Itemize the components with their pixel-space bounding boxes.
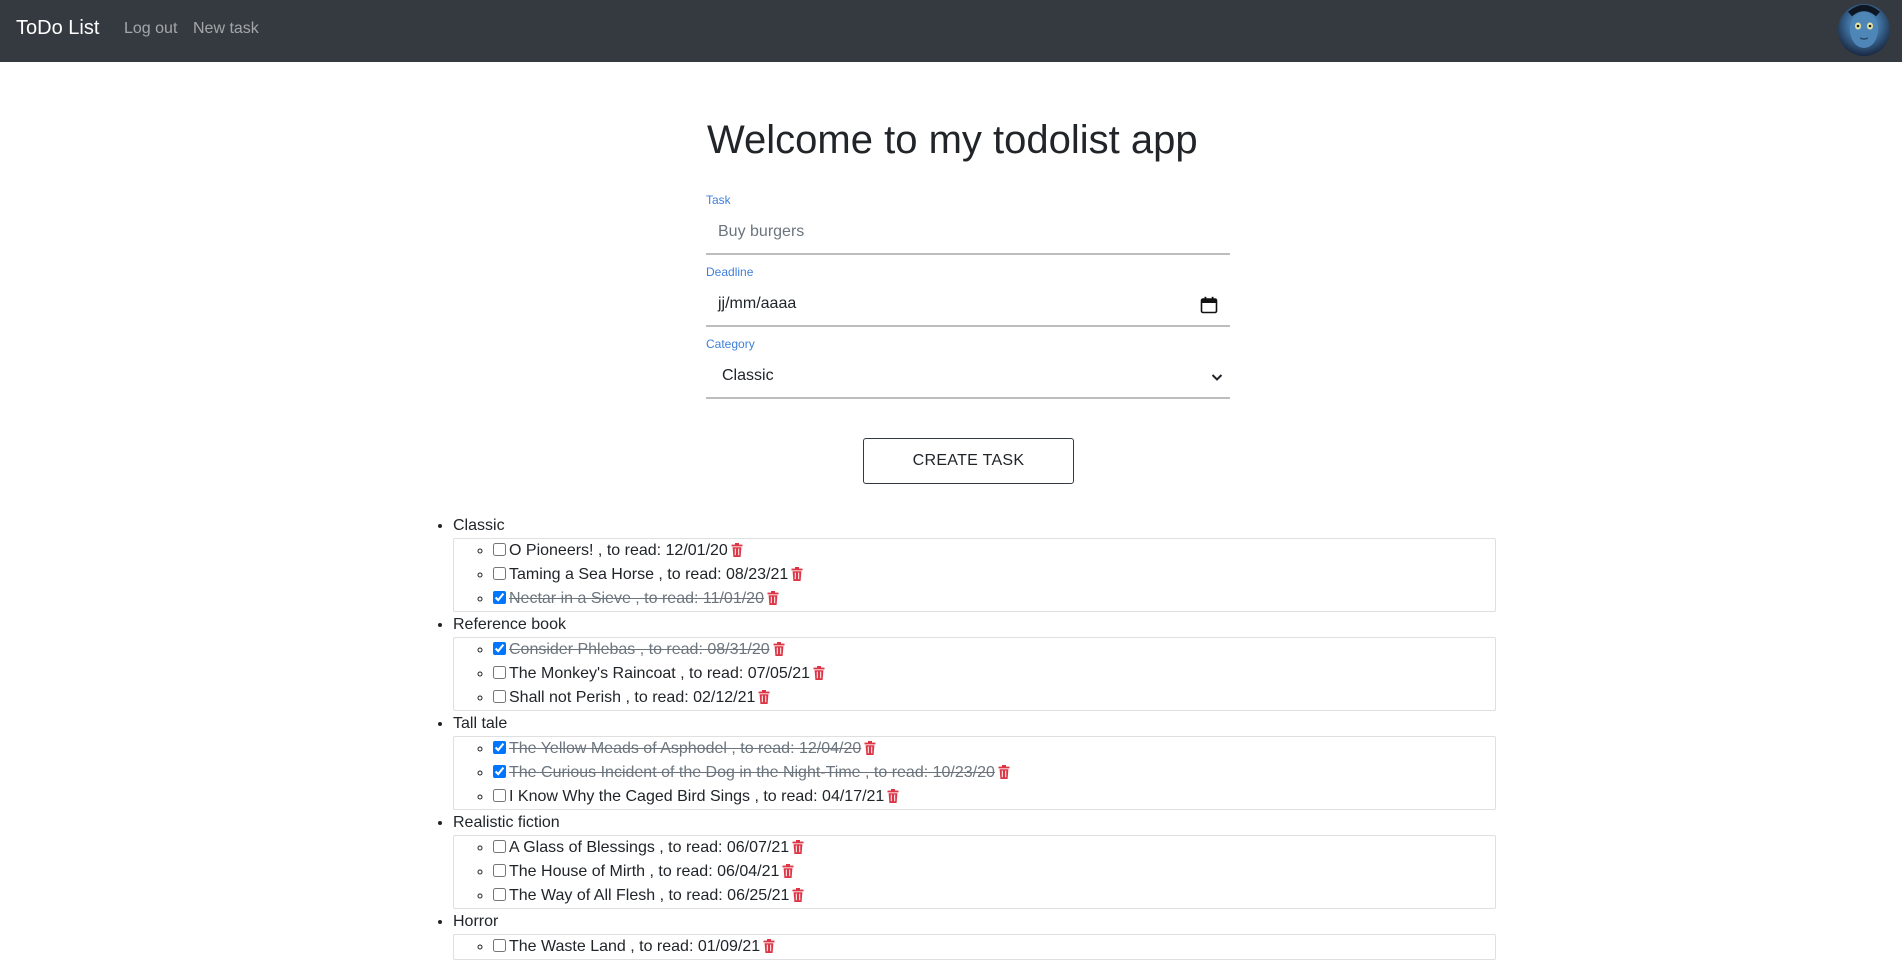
task-checkbox[interactable] [493, 840, 506, 853]
task-text: A Glass of Blessings , to read: 06/07/21 [509, 839, 790, 856]
category-item: ClassicO Pioneers! , to read: 12/01/20 Ta… [453, 514, 1513, 612]
trash-icon[interactable] [758, 688, 770, 712]
task-item: The House of Mirth , to read: 06/04/21 [493, 860, 1495, 884]
task-text: The Curious Incident of the Dog in the N… [509, 764, 995, 781]
trash-icon[interactable] [864, 739, 876, 763]
category-title: Reference book [453, 616, 566, 633]
task-text: O Pioneers! , to read: 12/01/20 [509, 542, 728, 559]
task-text: The Waste Land , to read: 01/09/21 [509, 938, 761, 955]
task-checkbox[interactable] [493, 591, 506, 604]
category-item: Realistic fiction A Glass of Blessings , … [453, 811, 1513, 909]
task-checkbox[interactable] [493, 789, 506, 802]
trash-icon[interactable] [792, 838, 804, 862]
new-task-link[interactable]: New task [193, 19, 259, 38]
task-list: Consider Phlebas , to read: 08/31/20 The … [453, 637, 1496, 711]
trash-icon[interactable] [773, 640, 785, 664]
trash-icon[interactable] [763, 937, 775, 961]
category-title: Horror [453, 913, 499, 930]
task-checkbox[interactable] [493, 939, 506, 952]
task-item: The Way of All Flesh , to read: 06/25/21 [493, 884, 1495, 908]
task-checkbox[interactable] [493, 543, 506, 556]
task-checkbox[interactable] [493, 741, 506, 754]
category-title: Classic [453, 517, 505, 534]
brand-link[interactable]: ToDo List [16, 16, 99, 40]
task-text: Nectar in a Sieve , to read: 11/01/20 [509, 590, 764, 607]
task-list: The Yellow Meads of Asphodel , to read: … [453, 736, 1496, 810]
task-item: The Monkey's Raincoat , to read: 07/05/2… [493, 662, 1495, 686]
trash-icon[interactable] [767, 589, 779, 613]
calendar-icon[interactable] [1200, 296, 1218, 314]
trash-icon[interactable] [813, 664, 825, 688]
task-field: Task [706, 193, 1230, 255]
trash-icon[interactable] [731, 541, 743, 565]
task-text: Shall not Perish , to read: 02/12/21 [509, 689, 756, 706]
create-task-button[interactable]: CREATE TASK [863, 438, 1074, 484]
task-checkbox[interactable] [493, 567, 506, 580]
task-checkbox[interactable] [493, 765, 506, 778]
task-list: O Pioneers! , to read: 12/01/20 Taming a … [453, 538, 1496, 612]
trash-icon[interactable] [782, 862, 794, 886]
task-item: Nectar in a Sieve , to read: 11/01/20 [493, 587, 1495, 611]
task-text: The Way of All Flesh , to read: 06/25/21 [509, 887, 790, 904]
logout-link[interactable]: Log out [124, 19, 177, 38]
category-field: Category Classic [706, 337, 1230, 399]
task-checkbox[interactable] [493, 888, 506, 901]
trash-icon[interactable] [887, 787, 899, 811]
category-list: ClassicO Pioneers! , to read: 12/01/20 Ta… [433, 514, 1513, 961]
task-item: A Glass of Blessings , to read: 06/07/21 [493, 836, 1495, 860]
category-selected-value: Classic [722, 367, 774, 384]
task-checkbox[interactable] [493, 864, 506, 877]
task-checkbox[interactable] [493, 690, 506, 703]
category-title: Tall tale [453, 715, 508, 732]
task-item: The Waste Land , to read: 01/09/21 [493, 935, 1495, 959]
trash-icon[interactable] [791, 565, 803, 589]
task-item: The Curious Incident of the Dog in the N… [493, 761, 1495, 785]
category-item: Reference book Consider Phlebas , to read… [453, 613, 1513, 711]
task-item: I Know Why the Caged Bird Sings , to rea… [493, 785, 1495, 809]
task-item: O Pioneers! , to read: 12/01/20 [493, 539, 1495, 563]
avatar[interactable] [1838, 4, 1890, 56]
page-title: Welcome to my todolist app [707, 118, 1198, 162]
category-select[interactable]: Classic [706, 355, 1230, 399]
task-text: Taming a Sea Horse , to read: 08/23/21 [509, 566, 789, 583]
chevron-down-icon [1211, 374, 1223, 381]
task-label: Task [706, 193, 731, 207]
category-label: Category [706, 337, 755, 351]
task-text: I Know Why the Caged Bird Sings , to rea… [509, 788, 885, 805]
category-title: Realistic fiction [453, 814, 560, 831]
navbar: ToDo List Log out New task [0, 0, 1902, 62]
deadline-field: Deadline jj/mm/aaaa [706, 265, 1230, 327]
task-item: Taming a Sea Horse , to read: 08/23/21 [493, 563, 1495, 587]
task-item: The Yellow Meads of Asphodel , to read: … [493, 737, 1495, 761]
task-item: Shall not Perish , to read: 02/12/21 [493, 686, 1495, 710]
task-checkbox[interactable] [493, 666, 506, 679]
task-text: The Monkey's Raincoat , to read: 07/05/2… [509, 665, 811, 682]
task-checkbox[interactable] [493, 642, 506, 655]
task-text: Consider Phlebas , to read: 08/31/20 [509, 641, 770, 658]
task-input[interactable] [706, 211, 1230, 253]
deadline-value: jj/mm/aaaa [718, 295, 797, 312]
deadline-label: Deadline [706, 265, 754, 279]
task-input-box [706, 211, 1230, 255]
task-list: The Waste Land , to read: 01/09/21 [453, 934, 1496, 960]
trash-icon[interactable] [998, 763, 1010, 787]
deadline-input[interactable]: jj/mm/aaaa [706, 283, 1230, 327]
category-item: Tall taleThe Yellow Meads of Asphodel , … [453, 712, 1513, 810]
task-text: The Yellow Meads of Asphodel , to read: … [509, 740, 862, 757]
task-text: The House of Mirth , to read: 06/04/21 [509, 863, 780, 880]
task-list: A Glass of Blessings , to read: 06/07/21… [453, 835, 1496, 909]
task-item: Consider Phlebas , to read: 08/31/20 [493, 638, 1495, 662]
trash-icon[interactable] [792, 886, 804, 910]
category-item: Horror The Waste Land , to read: 01/09/21 [453, 910, 1513, 960]
